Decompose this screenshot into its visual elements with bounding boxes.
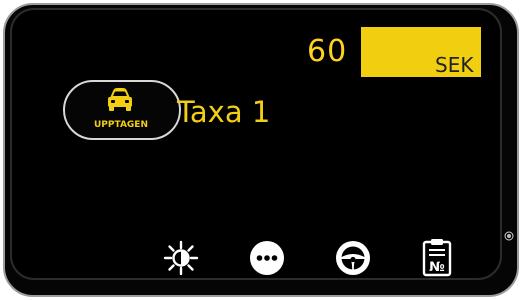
receipt-number-icon: № xyxy=(415,236,459,280)
more-icon xyxy=(245,236,289,280)
steering-wheel-icon xyxy=(331,236,375,280)
more-button[interactable] xyxy=(245,236,289,280)
fare-amount: 60 xyxy=(307,34,348,69)
brightness-icon xyxy=(159,236,203,280)
tariff-label: Taxa 1 xyxy=(177,95,271,129)
status-label: UPPTAGEN xyxy=(94,120,148,130)
currency-label: SEK xyxy=(435,53,474,77)
receipt-button[interactable]: № xyxy=(415,236,459,280)
car-icon xyxy=(105,87,135,115)
receipt-number-glyph: № xyxy=(429,260,445,275)
indicator-dot-icon xyxy=(504,228,514,241)
driving-button[interactable] xyxy=(331,236,375,280)
brightness-button[interactable] xyxy=(159,236,203,280)
